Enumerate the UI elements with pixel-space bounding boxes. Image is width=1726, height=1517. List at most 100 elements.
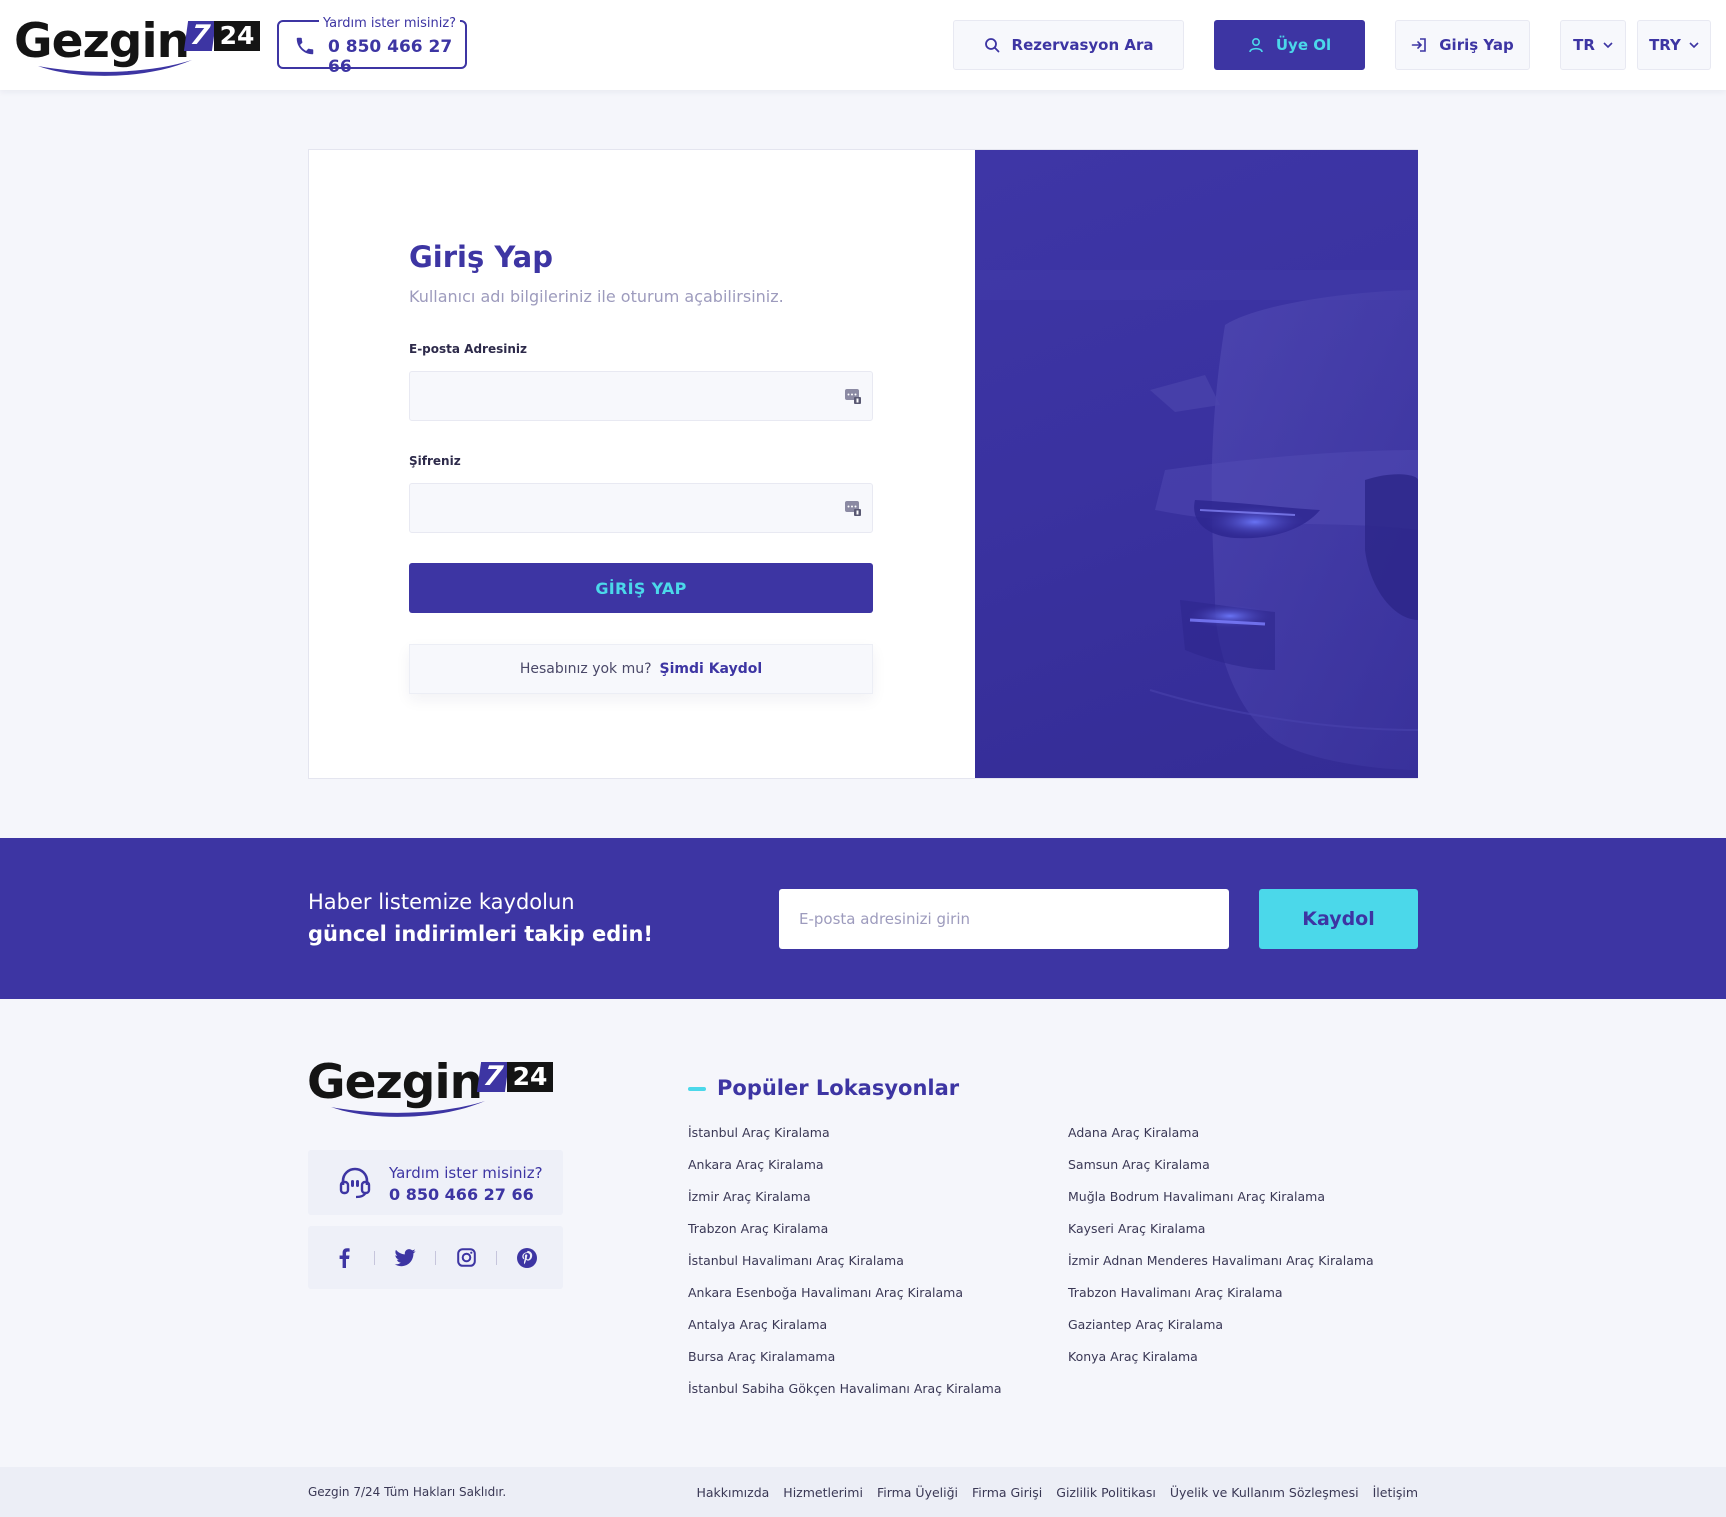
list-item: Trabzon Havalimanı Araç Kiralama <box>1068 1285 1374 1317</box>
social-links <box>308 1226 563 1289</box>
header-help-phone: 0 850 466 27 66 <box>328 37 453 77</box>
header-help-box[interactable]: Yardım ister misiniz? 0 850 466 27 66 <box>277 16 467 77</box>
location-link[interactable]: Trabzon Araç Kiralama <box>688 1221 828 1236</box>
car-illustration <box>975 270 1418 770</box>
footer-help-label: Yardım ister misiniz? <box>389 1164 543 1182</box>
list-item: Kayseri Araç Kiralama <box>1068 1221 1374 1253</box>
logo-badge-24: 24 <box>214 21 260 51</box>
chevron-down-icon <box>1689 42 1699 49</box>
list-item: Trabzon Araç Kiralama <box>688 1221 1001 1253</box>
location-link[interactable]: Adana Araç Kiralama <box>1068 1125 1199 1140</box>
pinterest-icon[interactable] <box>497 1247 557 1268</box>
location-link[interactable]: İzmir Araç Kiralama <box>688 1189 811 1204</box>
login-icon <box>1411 38 1427 52</box>
header-login-button[interactable]: Giriş Yap <box>1395 20 1530 70</box>
footer-logo[interactable]: Gezgin 7 24 <box>307 1055 553 1119</box>
location-link[interactable]: Ankara Esenboğa Havalimanı Araç Kiralama <box>688 1285 963 1300</box>
headset-icon <box>339 1167 371 1199</box>
signup-label: Üye Ol <box>1275 36 1332 54</box>
list-item: İstanbul Araç Kiralama <box>688 1125 1001 1157</box>
register-prompt: Hesabınız yok mu? Şimdi Kaydol <box>409 644 873 694</box>
footer-bottom-bar: Gezgin 7/24 Tüm Hakları Saklıdır. Hakkım… <box>0 1467 1726 1517</box>
email-label: E-posta Adresiniz <box>409 342 527 356</box>
login-form: Giriş Yap Kullanıcı adı bilgileriniz ile… <box>309 150 975 778</box>
list-item: Muğla Bodrum Havalimanı Araç Kiralama <box>1068 1189 1374 1221</box>
no-account-text: Hesabınız yok mu? <box>519 661 652 677</box>
list-item: Bursa Araç Kiralamama <box>688 1349 1001 1381</box>
instagram-icon[interactable] <box>436 1248 496 1267</box>
email-field[interactable] <box>410 372 872 420</box>
newsletter-subscribe-button[interactable]: Kaydol <box>1259 889 1418 949</box>
location-link[interactable]: Gaziantep Araç Kiralama <box>1068 1317 1223 1332</box>
list-item: Gaziantep Araç Kiralama <box>1068 1317 1374 1349</box>
list-item: Antalya Araç Kiralama <box>688 1317 1001 1349</box>
header-login-label: Giriş Yap <box>1439 36 1514 54</box>
login-title: Giriş Yap <box>409 240 554 274</box>
newsletter-section: Haber listemize kaydolun güncel indiriml… <box>0 838 1726 999</box>
location-link[interactable]: Kayseri Araç Kiralama <box>1068 1221 1205 1236</box>
login-card: Giriş Yap Kullanıcı adı bilgileriniz ile… <box>308 149 1418 779</box>
location-link[interactable]: Samsun Araç Kiralama <box>1068 1157 1210 1172</box>
password-field[interactable] <box>410 484 872 532</box>
logo-badge-7: 7 <box>183 20 217 51</box>
location-link[interactable]: İstanbul Havalimanı Araç Kiralama <box>688 1253 904 1268</box>
location-link[interactable]: Bursa Araç Kiralamama <box>688 1349 835 1364</box>
footer-bottom-nav: Hakkımızda Hizmetlerimi Firma Üyeliği Fi… <box>696 1485 1418 1500</box>
reservation-search-label: Rezervasyon Ara <box>1011 36 1154 54</box>
logo-badge-7: 7 <box>476 1061 510 1092</box>
autofill-key-icon[interactable] <box>844 387 862 405</box>
footer-link-company-login[interactable]: Firma Girişi <box>972 1485 1042 1500</box>
list-item: İstanbul Sabiha Gökçen Havalimanı Araç K… <box>688 1381 1001 1413</box>
footer-link-contact[interactable]: İletişim <box>1373 1485 1418 1500</box>
locations-list-col1: İstanbul Araç Kiralama Ankara Araç Kiral… <box>688 1125 1001 1413</box>
password-field-wrapper <box>409 483 873 533</box>
list-item: Ankara Araç Kiralama <box>688 1157 1001 1189</box>
register-link[interactable]: Şimdi Kaydol <box>660 661 763 677</box>
location-link[interactable]: Konya Araç Kiralama <box>1068 1349 1198 1364</box>
autofill-key-icon[interactable] <box>844 499 862 517</box>
user-icon <box>1249 37 1263 53</box>
footer-link-terms[interactable]: Üyelik ve Kullanım Sözleşmesi <box>1170 1485 1359 1500</box>
location-link[interactable]: İstanbul Araç Kiralama <box>688 1125 830 1140</box>
location-link[interactable]: Ankara Araç Kiralama <box>688 1157 824 1172</box>
twitter-icon[interactable] <box>375 1248 435 1267</box>
footer-help-box[interactable]: Yardım ister misiniz? 0 850 466 27 66 <box>308 1150 563 1215</box>
site-header: Gezgin 7 24 Yardım ister misiniz? 0 850 … <box>0 0 1726 90</box>
location-link[interactable]: Muğla Bodrum Havalimanı Araç Kiralama <box>1068 1189 1325 1204</box>
footer-link-company-membership[interactable]: Firma Üyeliği <box>877 1485 958 1500</box>
login-subtitle: Kullanıcı adı bilgileriniz ile oturum aç… <box>409 287 784 306</box>
currency-select[interactable]: TRY <box>1637 20 1711 70</box>
reservation-search-button[interactable]: Rezervasyon Ara <box>953 20 1184 70</box>
password-label: Şifreniz <box>409 454 461 468</box>
phone-icon <box>296 37 314 55</box>
language-select[interactable]: TR <box>1560 20 1626 70</box>
facebook-icon[interactable] <box>314 1247 374 1268</box>
language-value: TR <box>1573 36 1595 54</box>
footer-link-privacy[interactable]: Gizlilik Politikası <box>1056 1485 1156 1500</box>
chevron-down-icon <box>1603 42 1613 49</box>
list-item: Ankara Esenboğa Havalimanı Araç Kiralama <box>688 1285 1001 1317</box>
list-item: Konya Araç Kiralama <box>1068 1349 1374 1381</box>
newsletter-line1: Haber listemize kaydolun <box>308 890 575 914</box>
list-item: İstanbul Havalimanı Araç Kiralama <box>688 1253 1001 1285</box>
newsletter-email-input[interactable] <box>779 889 1229 949</box>
footer-link-services[interactable]: Hizmetlerimi <box>783 1485 863 1500</box>
header-help-label: Yardım ister misiniz? <box>319 16 461 31</box>
location-link[interactable]: İstanbul Sabiha Gökçen Havalimanı Araç K… <box>688 1381 1001 1396</box>
site-logo[interactable]: Gezgin 7 24 <box>14 14 260 78</box>
list-item: İzmir Araç Kiralama <box>688 1189 1001 1221</box>
login-submit-button[interactable]: GİRİŞ YAP <box>409 563 873 613</box>
newsletter-line2: güncel indirimleri takip edin! <box>308 922 653 946</box>
location-link[interactable]: Antalya Araç Kiralama <box>688 1317 827 1332</box>
popular-locations-title: Popüler Lokasyonlar <box>717 1076 960 1100</box>
logo-badge-24: 24 <box>507 1062 553 1092</box>
footer-link-about[interactable]: Hakkımızda <box>696 1485 769 1500</box>
signup-button[interactable]: Üye Ol <box>1214 20 1365 70</box>
location-link[interactable]: İzmir Adnan Menderes Havalimanı Araç Kir… <box>1068 1253 1374 1268</box>
list-item: Adana Araç Kiralama <box>1068 1125 1374 1157</box>
location-link[interactable]: Trabzon Havalimanı Araç Kiralama <box>1068 1285 1283 1300</box>
section-title-dash <box>688 1087 706 1091</box>
currency-value: TRY <box>1649 36 1681 54</box>
site-footer: Gezgin 7 24 Yardım ister misiniz? 0 850 … <box>0 999 1726 1467</box>
locations-list-col2: Adana Araç Kiralama Samsun Araç Kiralama… <box>1068 1125 1374 1381</box>
